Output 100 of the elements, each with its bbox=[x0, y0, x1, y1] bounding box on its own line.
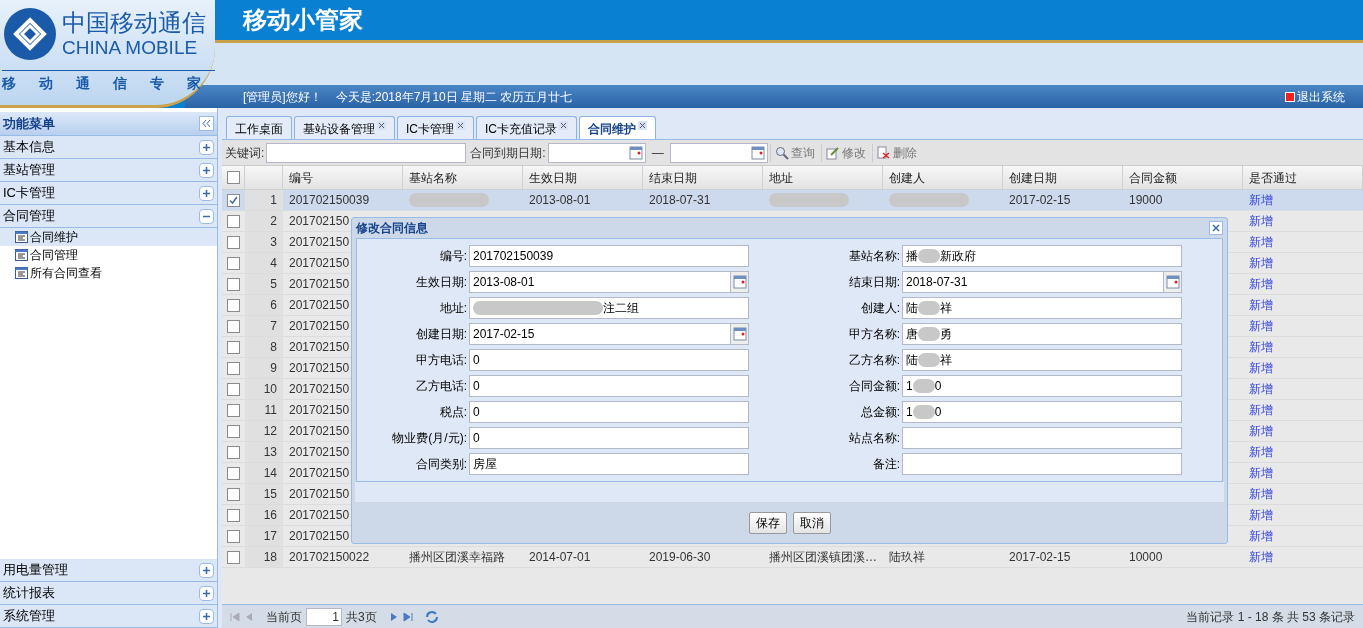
input-field[interactable]: 201702150039 bbox=[469, 245, 749, 267]
tab[interactable]: IC卡充值记录 bbox=[476, 116, 577, 139]
close-tab-icon[interactable] bbox=[456, 121, 465, 130]
date-field[interactable]: 2013-08-01 bbox=[469, 271, 749, 293]
row-checkbox[interactable] bbox=[227, 403, 240, 417]
add-link[interactable]: 新增 bbox=[1249, 380, 1273, 398]
row-checkbox[interactable] bbox=[227, 256, 240, 270]
close-tab-icon[interactable] bbox=[559, 121, 568, 130]
row-checkbox[interactable] bbox=[227, 319, 240, 333]
add-link[interactable]: 新增 bbox=[1249, 506, 1273, 524]
edit-button[interactable]: 修改 bbox=[820, 143, 870, 162]
column-header[interactable]: 基站名称 bbox=[403, 166, 523, 189]
row-checkbox[interactable] bbox=[227, 298, 240, 312]
column-header[interactable]: 创建日期 bbox=[1003, 166, 1123, 189]
select-all-checkbox[interactable] bbox=[226, 171, 240, 184]
row-checkbox[interactable] bbox=[227, 193, 240, 207]
refresh-icon[interactable] bbox=[424, 609, 439, 624]
close-tab-icon[interactable] bbox=[638, 121, 647, 130]
add-link[interactable]: 新增 bbox=[1249, 233, 1273, 251]
row-checkbox[interactable] bbox=[227, 340, 240, 354]
row-checkbox[interactable] bbox=[227, 214, 240, 228]
input-field[interactable]: 陆 祥 bbox=[902, 349, 1182, 371]
row-checkbox[interactable] bbox=[227, 424, 240, 438]
input-field[interactable]: 0 bbox=[469, 401, 749, 423]
tab[interactable]: IC卡管理 bbox=[397, 116, 474, 139]
calendar-icon[interactable] bbox=[750, 145, 765, 160]
last-page-icon[interactable] bbox=[402, 611, 413, 622]
next-page-icon[interactable] bbox=[388, 611, 399, 622]
input-field[interactable]: 播 新政府 bbox=[902, 245, 1182, 267]
add-link[interactable]: 新增 bbox=[1249, 527, 1273, 545]
column-header[interactable]: 生效日期 bbox=[523, 166, 643, 189]
add-link[interactable]: 新增 bbox=[1249, 485, 1273, 503]
add-link[interactable]: 新增 bbox=[1249, 296, 1273, 314]
input-field[interactable]: 0 bbox=[469, 349, 749, 371]
row-checkbox[interactable] bbox=[227, 445, 240, 459]
add-link[interactable]: 新增 bbox=[1249, 191, 1273, 209]
calendar-icon[interactable] bbox=[628, 145, 643, 160]
row-checkbox[interactable] bbox=[227, 550, 240, 564]
tab[interactable]: 合同维护 bbox=[579, 116, 656, 139]
keyword-field[interactable] bbox=[266, 142, 467, 163]
dialog-button[interactable]: 保存 bbox=[748, 511, 787, 534]
collapse-button[interactable] bbox=[199, 208, 214, 224]
add-link[interactable]: 新增 bbox=[1249, 359, 1273, 377]
column-header[interactable]: 合同金额 bbox=[1123, 166, 1243, 189]
date-field[interactable]: 2018-07-31 bbox=[902, 271, 1182, 293]
row-checkbox[interactable] bbox=[227, 361, 240, 375]
collapse-sidebar-button[interactable] bbox=[199, 116, 214, 131]
row-checkbox[interactable] bbox=[227, 487, 240, 501]
menu-item[interactable]: 合同维护 bbox=[0, 228, 217, 246]
add-link[interactable]: 新增 bbox=[1249, 212, 1273, 230]
input-field[interactable]: 唐 勇 bbox=[902, 323, 1182, 345]
expand-button[interactable] bbox=[199, 162, 214, 178]
expand-button[interactable] bbox=[199, 562, 214, 578]
expand-button[interactable] bbox=[199, 585, 214, 601]
input-field[interactable]: 陆 祥 bbox=[902, 297, 1182, 319]
row-checkbox[interactable] bbox=[227, 382, 240, 396]
row-checkbox[interactable] bbox=[227, 466, 240, 480]
column-header[interactable]: 创建人 bbox=[883, 166, 1003, 189]
add-link[interactable]: 新增 bbox=[1249, 317, 1273, 335]
input-field[interactable] bbox=[902, 427, 1182, 449]
row-checkbox[interactable] bbox=[227, 235, 240, 249]
expand-button[interactable] bbox=[199, 608, 214, 624]
input-field[interactable]: 1 0 bbox=[902, 375, 1182, 397]
logout-button[interactable]: 退出系统 bbox=[1285, 87, 1345, 106]
tab[interactable]: 基站设备管理 bbox=[294, 116, 395, 139]
input-field[interactable] bbox=[902, 453, 1182, 475]
end-date-field[interactable] bbox=[669, 142, 768, 163]
add-link[interactable]: 新增 bbox=[1249, 548, 1273, 566]
add-link[interactable]: 新增 bbox=[1249, 338, 1273, 356]
add-link[interactable]: 新增 bbox=[1249, 422, 1273, 440]
search-button[interactable]: 查询 bbox=[769, 143, 819, 162]
column-header[interactable]: 结束日期 bbox=[643, 166, 763, 189]
page-field[interactable]: 1 bbox=[306, 607, 342, 626]
expand-button[interactable] bbox=[199, 139, 214, 155]
calendar-icon[interactable] bbox=[732, 275, 747, 289]
row-checkbox[interactable] bbox=[227, 508, 240, 522]
add-link[interactable]: 新增 bbox=[1249, 401, 1273, 419]
input-field[interactable]: 房屋 bbox=[469, 453, 749, 475]
column-header[interactable]: 地址 bbox=[763, 166, 883, 189]
row-checkbox[interactable] bbox=[227, 277, 240, 291]
close-button[interactable] bbox=[1209, 221, 1223, 235]
row-checkbox[interactable] bbox=[227, 529, 240, 543]
calendar-icon[interactable] bbox=[732, 327, 747, 341]
input-field[interactable]: 0 bbox=[469, 427, 749, 449]
calendar-icon[interactable] bbox=[1165, 275, 1180, 289]
add-link[interactable]: 新增 bbox=[1249, 443, 1273, 461]
input-field[interactable]: 注二组 bbox=[469, 297, 749, 319]
input-field[interactable]: 1 0 bbox=[902, 401, 1182, 423]
expand-button[interactable] bbox=[199, 185, 214, 201]
add-link[interactable]: 新增 bbox=[1249, 275, 1273, 293]
start-date-field[interactable] bbox=[547, 142, 646, 163]
date-field[interactable]: 2017-02-15 bbox=[469, 323, 749, 345]
close-tab-icon[interactable] bbox=[377, 121, 386, 130]
input-field[interactable]: 0 bbox=[469, 375, 749, 397]
add-link[interactable]: 新增 bbox=[1249, 464, 1273, 482]
table-row[interactable]: 18 201702150022 播州区团溪幸福路 2014-07-01 2019-06-30 播州区团溪镇团溪… 陆玖祥 2017-02-15 10000 新增 bbox=[222, 547, 1363, 568]
dialog-button[interactable]: 取消 bbox=[792, 511, 831, 534]
delete-button[interactable]: 删除 bbox=[871, 143, 921, 162]
table-row[interactable]: 1 201702150039 2013-08-01 2018-07-31 2017-02-15 19000 新增 bbox=[222, 190, 1363, 211]
add-link[interactable]: 新增 bbox=[1249, 254, 1273, 272]
